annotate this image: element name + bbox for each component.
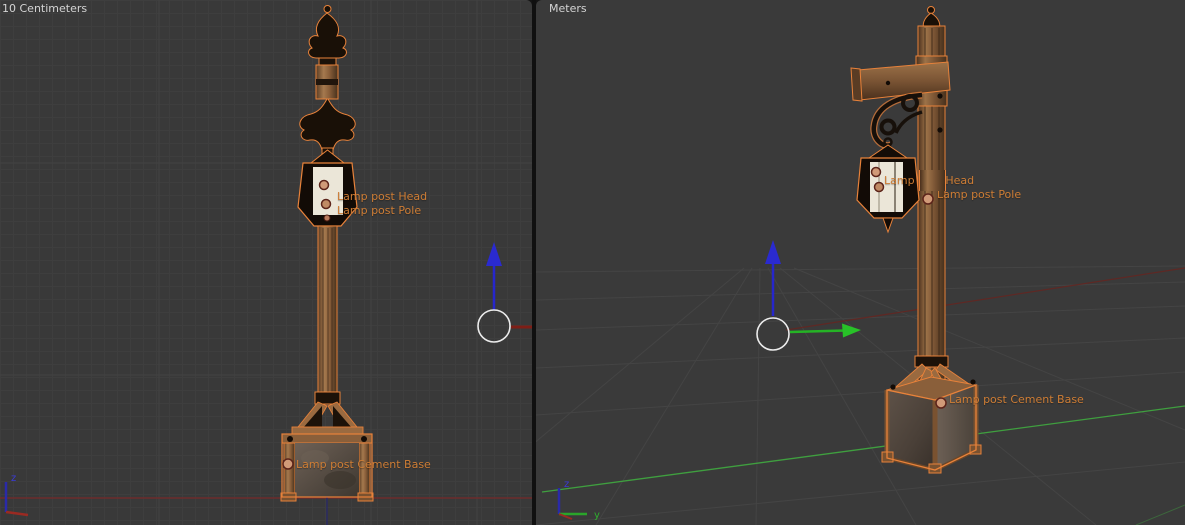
gizmo-y-label: y: [594, 510, 600, 521]
viewport-left-ortho[interactable]: z 10 Centimeters Lamp post Head Lamp pos…: [0, 0, 532, 525]
origin-dot-base[interactable]: [282, 458, 294, 470]
label-pole-left: Lamp post Pole: [337, 204, 422, 217]
manipulator-center-circle[interactable]: [756, 317, 790, 351]
viewport-right-persp[interactable]: z y Meters Lamp post Head Lamp post Pole…: [536, 0, 1185, 525]
origin-dot-head[interactable]: [318, 179, 330, 191]
label-base-left: Lamp post Cement Base: [296, 458, 431, 471]
manipulator-y-arrow[interactable]: [789, 329, 847, 334]
lamp-post-finial[interactable]: [299, 5, 356, 159]
lamp-post-base[interactable]: [881, 376, 982, 474]
origin-dot-pole[interactable]: [922, 193, 934, 205]
label-head-left: Lamp post Head: [337, 190, 428, 203]
origin-dot-base[interactable]: [935, 397, 947, 409]
grid-major-lines: [0, 0, 532, 525]
manipulator-center-circle[interactable]: [477, 309, 511, 343]
pole-occlusion-strip: [919, 170, 946, 191]
viewport-left-scene: z: [0, 0, 532, 525]
blender-quad-view: z 10 Centimeters Lamp post Head Lamp pos…: [0, 0, 1185, 525]
origin-dot-pole[interactable]: [320, 198, 332, 210]
world-y-axis-line: [541, 405, 1185, 493]
manipulator-left[interactable]: [477, 242, 532, 343]
lamp-post-pole[interactable]: [314, 225, 341, 405]
gizmo-z-label: z: [564, 479, 569, 490]
lamp-post-braces[interactable]: [291, 401, 364, 436]
lamp-post-bracket[interactable]: [870, 91, 923, 153]
manipulator-right[interactable]: [756, 240, 861, 351]
lamp-post-object-left[interactable]: [280, 5, 374, 502]
viewport-right-header: Meters: [549, 2, 587, 15]
gizmo-z-label: z: [11, 473, 16, 484]
origin-dot-head[interactable]: [870, 166, 882, 178]
floor-grid: [536, 265, 1185, 525]
viewport-left-header: 10 Centimeters: [2, 2, 88, 15]
axis-gizmo-left: z: [4, 473, 29, 517]
world-x-axis-line: [785, 267, 1185, 331]
label-base-right: Lamp post Cement Base: [949, 393, 1084, 406]
viewport-right-scene: z y: [536, 6, 1185, 525]
label-pole-right: Lamp post Pole: [937, 188, 1022, 201]
